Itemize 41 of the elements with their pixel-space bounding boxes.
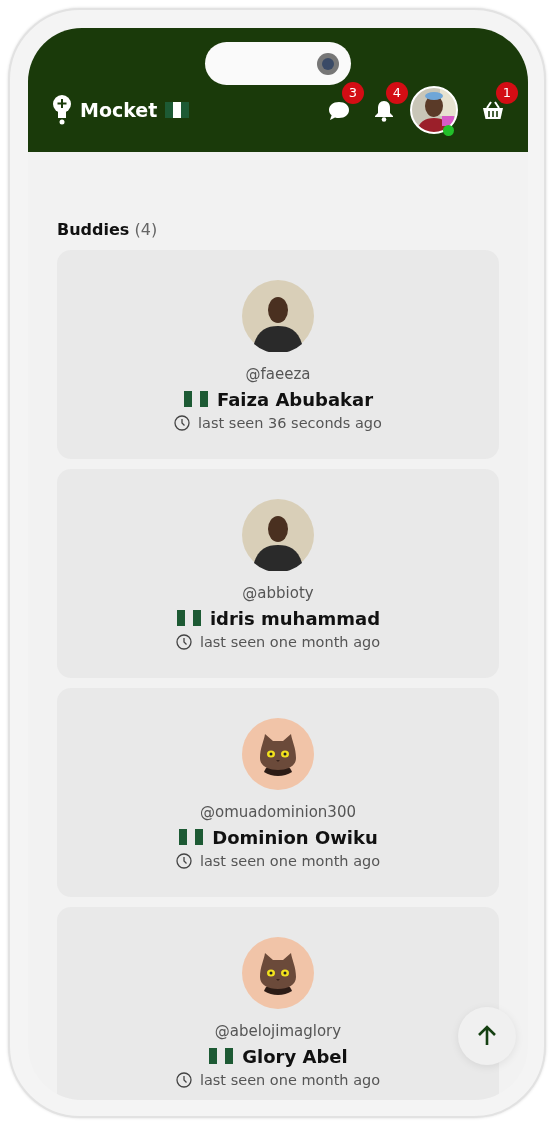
camera-icon xyxy=(316,52,340,76)
buddy-name: idris muhammad xyxy=(209,606,381,631)
brand-link[interactable]: Mocket xyxy=(52,95,190,125)
buddy-name: Dominion Owiku xyxy=(212,825,378,850)
flag-icon xyxy=(208,1048,235,1064)
bulb-logo-icon xyxy=(52,95,72,125)
flag-icon xyxy=(165,102,190,118)
count-badge: 4 xyxy=(386,82,408,104)
username: @abelojimaglory xyxy=(214,1021,342,1042)
arrow-up-icon xyxy=(477,1025,497,1047)
buddy-name: Glory Abel xyxy=(242,1044,348,1069)
flag-icon xyxy=(178,829,205,845)
buddy-card[interactable]: @abbioty idris muhammad last seen one month ago xyxy=(57,469,499,678)
last-seen-text: last seen 36 seconds ago xyxy=(198,413,382,433)
cat-avatar xyxy=(242,937,314,1009)
flag-icon xyxy=(175,610,202,626)
last-seen-text: last seen one month ago xyxy=(199,851,381,871)
username: @faeeza xyxy=(245,364,311,385)
count-badge: 1 xyxy=(496,82,518,104)
last-seen-text: last seen one month ago xyxy=(199,632,381,652)
last-seen-text: last seen one month ago xyxy=(199,1070,381,1090)
clock-icon xyxy=(175,634,192,651)
buddy-count: (4) xyxy=(134,220,158,239)
notifications-button[interactable] xyxy=(374,98,394,122)
buddy-card[interactable]: @faeeza Faiza Abubakar last seen 36 seconds ago xyxy=(57,250,499,459)
clock-icon xyxy=(175,1072,192,1089)
username: @abbioty xyxy=(242,583,314,604)
bell-icon xyxy=(374,99,394,122)
buddy-card[interactable]: @abelojimaglory Glory Abel last seen one month ago xyxy=(57,907,499,1100)
count-badge: 3 xyxy=(342,82,364,104)
buddy-name: Faiza Abubakar xyxy=(216,387,374,412)
cat-avatar xyxy=(242,718,314,790)
section-title: Buddies xyxy=(57,220,130,239)
basket-icon xyxy=(482,100,504,121)
clock-icon xyxy=(174,415,191,432)
buddy-card[interactable]: @omuadominion300 Dominion Owiku last seen one month ago xyxy=(57,688,499,897)
username: @omuadominion300 xyxy=(200,802,356,823)
chat-icon xyxy=(328,100,350,121)
profile-avatar[interactable] xyxy=(410,86,458,134)
flag-icon xyxy=(182,391,209,407)
clock-icon xyxy=(175,853,192,870)
